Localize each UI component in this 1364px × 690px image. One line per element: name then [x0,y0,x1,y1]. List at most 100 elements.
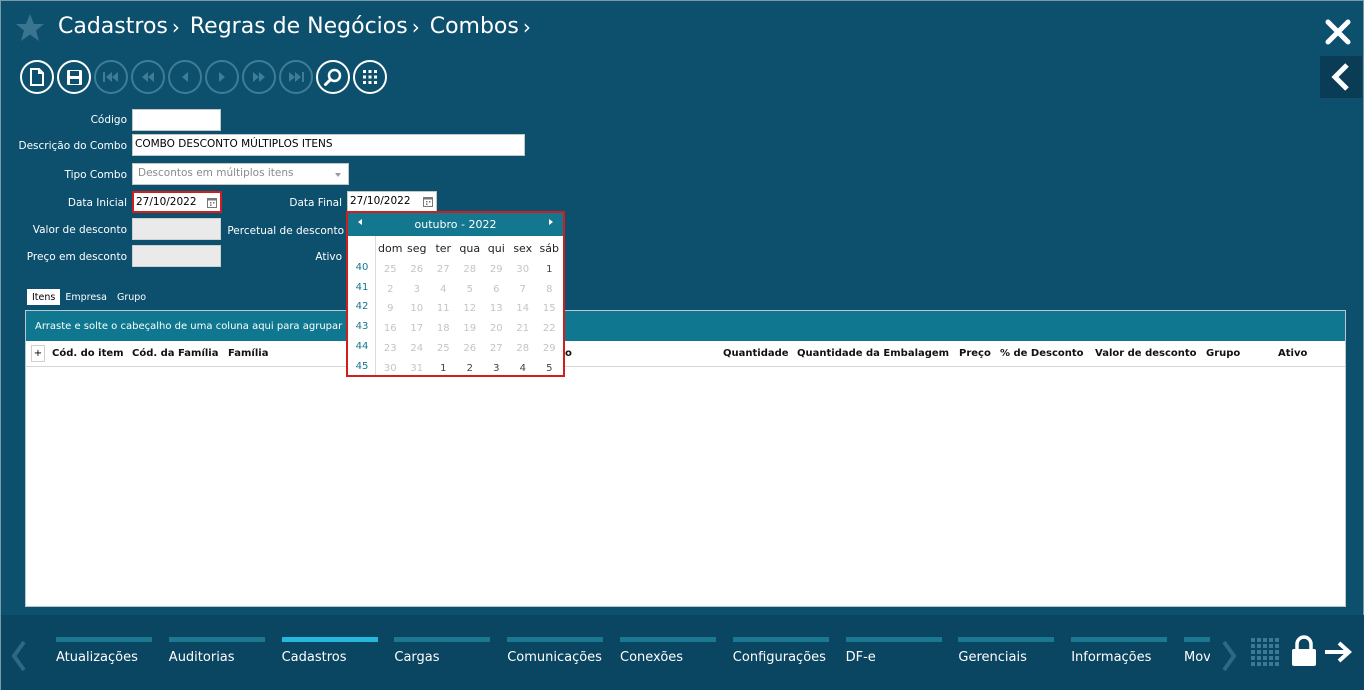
column-cod-familia[interactable]: Cód. da Família [132,348,218,359]
nav-item-conexoes[interactable]: Conexões [620,637,716,665]
data-inicial-input[interactable]: 27/10/2022 [132,191,222,213]
codigo-input[interactable] [132,109,221,131]
nav-item-gerenciais[interactable]: Gerenciais [958,637,1055,665]
logout-arrow-icon[interactable] [1323,640,1353,664]
calendar-day[interactable]: 1 [430,360,457,378]
expand-row-button[interactable]: + [31,345,45,362]
calendar-day[interactable]: 28 [510,340,537,358]
next-page-button[interactable] [242,60,276,94]
calendar-day[interactable]: 27 [430,261,457,279]
column-percentual-desconto[interactable]: % de Desconto [1000,348,1084,359]
calendar-day[interactable]: 21 [510,320,537,338]
new-document-button[interactable] [20,60,54,94]
valor-desconto-input[interactable] [132,218,221,240]
nav-item-informacoes[interactable]: Informações [1071,637,1168,665]
calendar-icon[interactable] [207,197,217,208]
nav-item-cadastros[interactable]: Cadastros [281,637,378,665]
calendar-day[interactable]: 25 [377,261,404,279]
calendar-day[interactable]: 15 [536,300,563,318]
nav-item-cargas[interactable]: Cargas [394,637,491,665]
column-preco[interactable]: Preço [959,348,991,359]
calendar-icon[interactable] [423,196,433,207]
calendar-day[interactable]: 30 [510,261,537,279]
last-record-button[interactable] [279,60,313,94]
first-record-button[interactable] [94,60,128,94]
column-grupo[interactable]: Grupo [1206,348,1240,359]
nav-item-df-e[interactable]: DF-e [845,637,942,665]
grid-view-button[interactable] [353,60,387,94]
calendar-day[interactable]: 31 [404,360,431,378]
calendar-day[interactable]: 18 [430,320,457,338]
previous-page-button[interactable] [131,60,165,94]
calendar-day[interactable]: 28 [457,261,484,279]
favorite-star-icon[interactable] [15,13,45,43]
calendar-day[interactable]: 27 [483,340,510,358]
calendar-day[interactable]: 4 [430,281,457,299]
tab-grupo[interactable]: Grupo [112,289,151,305]
column-valor-desconto[interactable]: Valor de desconto [1095,348,1197,359]
calendar-day[interactable]: 22 [536,320,563,338]
calendar-day[interactable]: 14 [510,300,537,318]
nav-item-configuracoes[interactable]: Configurações [732,637,829,665]
calendar-day[interactable]: 10 [404,300,431,318]
calendar-day[interactable]: 30 [377,360,404,378]
save-button[interactable] [57,60,91,94]
close-icon[interactable] [1323,17,1353,47]
calendar-day[interactable]: 8 [536,281,563,299]
descricao-input[interactable]: COMBO DESCONTO MÚLTIPLOS ITENS [132,134,525,156]
column-cod-item[interactable]: Cód. do item [52,348,124,359]
calendar-day[interactable]: 11 [430,300,457,318]
calendar-day[interactable]: 12 [457,300,484,318]
calendar-day[interactable]: 9 [377,300,404,318]
breadcrumb-item-combos[interactable]: Combos [430,14,519,39]
calendar-day[interactable]: 3 [483,360,510,378]
breadcrumb-item-cadastros[interactable]: Cadastros [58,14,168,39]
calendar-month-title[interactable]: outubro - 2022 [348,218,563,231]
nav-item-comunicacoes[interactable]: Comunicações [507,637,604,665]
calendar-day[interactable]: 5 [457,281,484,299]
calendar-day[interactable]: 7 [510,281,537,299]
calendar-day[interactable]: 2 [457,360,484,378]
column-descricao[interactable]: o [565,348,572,359]
nav-item-atualizacoes[interactable]: Atualizações [56,637,152,665]
calendar-day[interactable]: 20 [483,320,510,338]
calendar-day[interactable]: 6 [483,281,510,299]
tab-itens[interactable]: Itens [27,289,61,305]
search-button[interactable] [316,60,350,94]
scroll-right-icon[interactable] [1219,639,1239,673]
next-month-icon[interactable] [549,219,553,225]
column-quantidade[interactable]: Quantidade [723,348,789,359]
tab-empresa[interactable]: Empresa [60,289,112,305]
next-record-button[interactable] [205,60,239,94]
scroll-left-icon[interactable] [9,639,29,673]
calendar-day[interactable]: 16 [377,320,404,338]
nav-item-mov[interactable]: Mov [1184,637,1210,665]
calendar-day[interactable]: 2 [377,281,404,299]
tipo-combo-select[interactable]: Descontos em múltiplos itens [132,163,349,185]
calendar-day[interactable]: 13 [483,300,510,318]
calendar-day[interactable]: 26 [404,261,431,279]
calendar-day[interactable]: 17 [404,320,431,338]
calendar-day[interactable]: 3 [404,281,431,299]
calendar-day[interactable]: 23 [377,340,404,358]
calendar-day[interactable]: 24 [404,340,431,358]
calendar-day[interactable]: 26 [457,340,484,358]
calendar-day[interactable]: 25 [430,340,457,358]
data-final-input[interactable]: 27/10/2022 [347,191,437,213]
lock-icon[interactable] [1291,635,1317,667]
calendar-day[interactable]: 29 [536,340,563,358]
column-ativo[interactable]: Ativo [1278,348,1307,359]
calendar-day[interactable]: 19 [457,320,484,338]
previous-record-button[interactable] [168,60,202,94]
collapse-panel-button[interactable] [1320,56,1362,98]
calendar-day[interactable]: 5 [536,360,563,378]
breadcrumb-item-regras[interactable]: Regras de Negócios [190,14,408,39]
group-by-panel[interactable]: Arraste e solte o cabeçalho de uma colun… [26,311,1345,341]
preco-desconto-input[interactable] [132,245,221,267]
calendar-day[interactable]: 29 [483,261,510,279]
column-familia[interactable]: Família [228,348,268,359]
calendar-day[interactable]: 4 [510,360,537,378]
calendar-day[interactable]: 1 [536,261,563,279]
column-quantidade-embalagem[interactable]: Quantidade da Embalagem [797,348,949,359]
apps-grid-icon[interactable] [1250,637,1280,667]
